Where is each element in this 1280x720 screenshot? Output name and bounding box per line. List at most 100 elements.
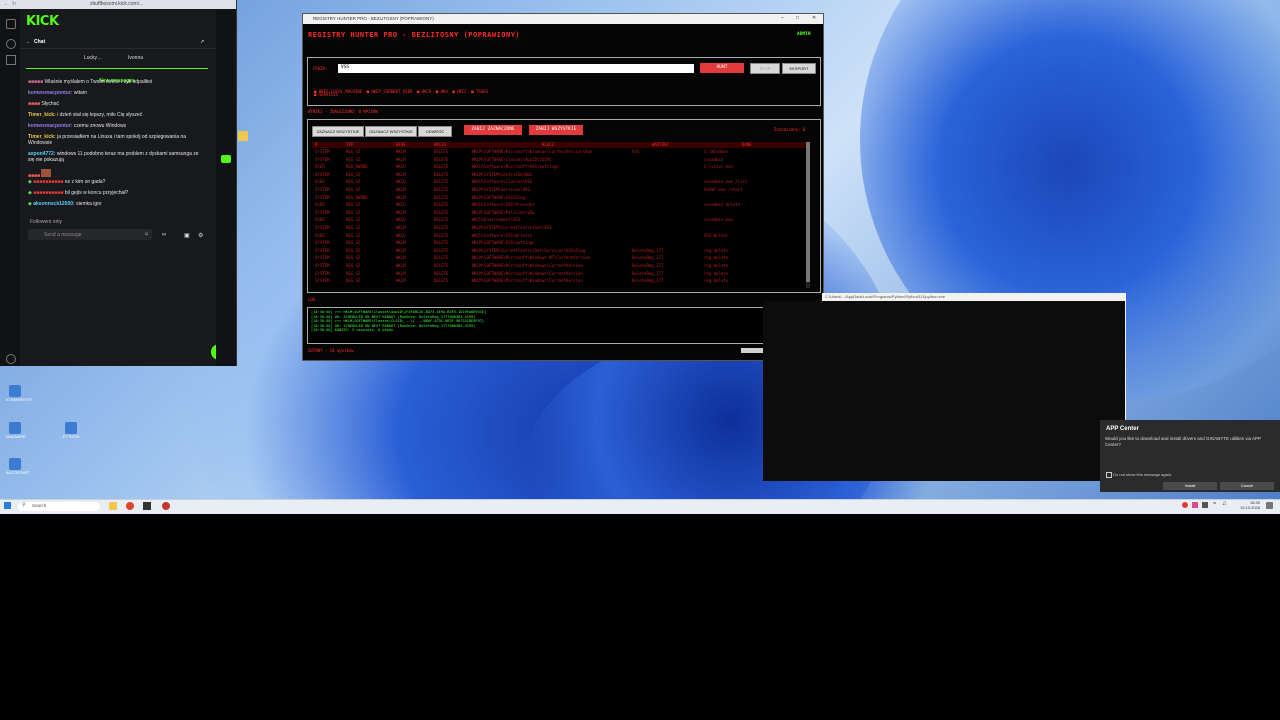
table-row[interactable]: SYSTEM REG_SZ HKLM DELETE HKLM\SOFTWARE\Poli… — [312, 210, 806, 217]
invert-button[interactable]: ODWRÓĆ — [418, 126, 452, 137]
table-cell: HKCU\Environment\VSS — [472, 217, 521, 223]
desktop-icon-konwerter[interactable]: KONWERTER — [6, 385, 32, 402]
table-row[interactable]: USER REG_DWORD HKCU DELETE HKCU\Software\Mic… — [312, 164, 806, 171]
start-icon[interactable] — [4, 502, 11, 509]
kick-logo[interactable]: KICK — [26, 14, 59, 29]
cancel-button[interactable]: Cancel — [1220, 482, 1274, 490]
gift-icon[interactable]: ▣ — [184, 232, 190, 239]
kill-selected-button[interactable]: ZABIJ ZAZNACZONE — [464, 125, 522, 135]
table-row[interactable]: SYSTEM REG_SZ HKLM DELETE HKLM\SOFTWARE\Micr… — [312, 278, 806, 285]
table-cell: HKCU — [396, 217, 406, 223]
table-row[interactable]: SYSTEM REG_SZ HKLM DELETE HKLM\SYSTEM\Curren… — [312, 225, 806, 232]
desktop-icon-malware[interactable]: MALWARE — [6, 422, 26, 439]
table-row[interactable]: USER REG_SZ HKCU DELETE HKCU\Software\VSS\Pr… — [312, 202, 806, 209]
export-button[interactable]: EKSPORT — [782, 63, 816, 74]
col-header[interactable]: AKCJA — [434, 142, 446, 148]
table-cell: USER — [315, 202, 325, 208]
kill-all-button[interactable]: ZABIJ WSZYSTKIE — [529, 125, 583, 135]
install-button[interactable]: Install — [1163, 482, 1217, 490]
table-row[interactable]: SYSTEM REG_SZ HKLM DELETE HKLM\SYSTEM\Servic… — [312, 187, 806, 194]
checkbox-hkcr[interactable]: ■ HKCR — [417, 89, 431, 94]
collapse-icon[interactable]: ← — [26, 39, 31, 45]
file-explorer-icon[interactable] — [109, 502, 117, 510]
checkbox-services[interactable]: ■ SERVICES — [314, 92, 338, 98]
table-cell: DELETE — [434, 270, 449, 276]
python-file-icon — [65, 422, 77, 434]
table-row[interactable]: SYSTEM REG_DWORD HKLM DELETE HKLM\SOFTWARE\V… — [312, 195, 806, 202]
table-row[interactable]: SYSTEM REG_SZ HKLM DELETE HKLM\SOFTWARE\Clas… — [312, 157, 806, 164]
table-row[interactable]: SYSTEM REG_SZ HKLM DELETE HKLM\SOFTWARE\Micr… — [312, 149, 806, 156]
checkbox-tasks[interactable]: ■ TASKS — [471, 89, 488, 94]
col-header[interactable]: KLUCZ — [542, 142, 554, 148]
link-icon[interactable]: ∞ — [162, 232, 166, 238]
table-row[interactable]: SYSTEM REG_SZ HKLM DELETE HKLM\SOFTWARE\Micr… — [312, 255, 806, 262]
chat-toggle-icon[interactable] — [221, 155, 231, 163]
col-header[interactable]: TYP — [346, 142, 353, 148]
maximize-icon[interactable]: □ — [796, 15, 799, 21]
app-icon[interactable] — [162, 502, 170, 510]
following-icon[interactable] — [6, 39, 16, 49]
volume-icon[interactable]: ♫ — [1222, 501, 1227, 507]
tray-icon[interactable] — [1192, 502, 1198, 508]
browser-icon[interactable] — [126, 502, 134, 510]
table-cell: REG_DWORD — [346, 164, 368, 170]
table-row[interactable]: USER REG_SZ HKCU DELETE HKCU\Software\VSS\Wr… — [312, 233, 806, 240]
table-scrollbar[interactable] — [806, 142, 810, 288]
minimize-icon[interactable]: – — [781, 15, 784, 21]
browse-icon[interactable] — [6, 55, 16, 65]
emoji-icon[interactable]: ☺ — [144, 231, 149, 237]
col-header[interactable]: HIVE — [396, 142, 406, 148]
wifi-icon[interactable]: ≈ — [1213, 501, 1216, 507]
terminal-icon[interactable] — [143, 502, 151, 510]
table-cell: USER — [315, 179, 325, 185]
close-icon[interactable]: ✕ — [812, 15, 816, 21]
table-row[interactable]: SYSTEM REG_SZ HKLM DELETE HKLM\SOFTWARE\VSS\… — [312, 240, 806, 247]
tray-icon[interactable] — [1202, 502, 1208, 508]
table-cell: SYSTEM — [315, 270, 330, 276]
leader-2[interactable]: Ivonna — [128, 55, 143, 61]
checkbox-hkcu[interactable]: ■ HKEY_CURRENT_USER — [367, 89, 413, 94]
checkbox-hkcc[interactable]: ■ HKCC — [452, 89, 466, 94]
deselect-all-button[interactable]: ODZNACZ WSZYSTKIE — [365, 126, 417, 137]
console-titlebar[interactable]: C:\Users\...\AppData\Local\Programs\Pyth… — [822, 293, 1126, 301]
col-header[interactable]: # — [315, 142, 317, 148]
table-row[interactable]: SYSTEM REG_SZ HKLM DELETE HKLM\SYSTEM\Contro… — [312, 172, 806, 179]
table-row[interactable]: SYSTEM REG_SZ HKLM DELETE HKLM\SOFTWARE\Micr… — [312, 271, 806, 278]
leader-1[interactable]: Lucky… — [84, 55, 102, 61]
desktop-icon-python[interactable]: PYTHON — [62, 422, 80, 439]
table-row[interactable]: SYSTEM REG_SZ HKLM DELETE HKLM\SOFTWARE\Micr… — [312, 263, 806, 270]
taskbar-search[interactable]: ⚲ Search — [18, 502, 100, 511]
table-cell: HKLM\SOFTWARE\Classes\AppID\VSSVC — [472, 156, 552, 162]
chat-input[interactable]: Send a message ☺ — [28, 229, 152, 240]
window-titlebar[interactable]: REGISTRY HUNTER PRO - BEZLITOSNY (POPRAW… — [303, 14, 823, 24]
table-cell: HKLM — [396, 278, 406, 284]
checkbox-hku[interactable]: ■ HKU — [436, 89, 448, 94]
select-all-button[interactable]: ZAZNACZ WSZYSTKIE — [312, 126, 364, 137]
notification-icon[interactable] — [1266, 502, 1273, 509]
col-header[interactable]: WARTOŚĆ — [652, 142, 669, 148]
back-icon[interactable]: ← — [4, 1, 9, 7]
hunt-button[interactable]: HUNT — [700, 63, 744, 73]
home-icon[interactable] — [6, 19, 16, 29]
desktop-icon-autostart[interactable]: AUTOSTART — [6, 458, 30, 475]
table-cell: HKCU — [396, 202, 406, 208]
table-row[interactable]: USER REG_SZ HKCU DELETE HKCU\Software\Classe… — [312, 179, 806, 186]
col-header[interactable]: DANE — [742, 142, 752, 148]
table-row[interactable]: SYSTEM REG_SZ HKLM DELETE HKLM\SYSTEM\Curren… — [312, 248, 806, 255]
table-cell: HKCU — [396, 179, 406, 185]
stop-button[interactable]: STOP — [750, 63, 780, 74]
search-input[interactable]: VSS — [338, 64, 694, 73]
python-file-icon — [9, 385, 21, 397]
tray-icon[interactable] — [1182, 502, 1188, 508]
checkbox-icon[interactable] — [1106, 472, 1112, 478]
table-row[interactable]: USER REG_SZ HKCU DELETE HKCU\Environment\VSS… — [312, 217, 806, 224]
address-bar[interactable]: zbuffbosomi.kick.com/... — [90, 1, 143, 7]
clock[interactable]: 18:30 19.10.2026 — [1234, 500, 1260, 510]
settings-icon[interactable] — [6, 354, 16, 364]
folder-icon[interactable] — [238, 131, 248, 141]
popout-icon[interactable]: ↗ — [200, 39, 204, 45]
gear-icon[interactable]: ⚙ — [198, 232, 203, 239]
dont-show-checkbox[interactable]: Do not show this message again. — [1106, 472, 1172, 478]
selected-count: Zaznaczono: 0 — [774, 127, 806, 132]
reload-icon[interactable]: ↻ — [12, 1, 16, 7]
